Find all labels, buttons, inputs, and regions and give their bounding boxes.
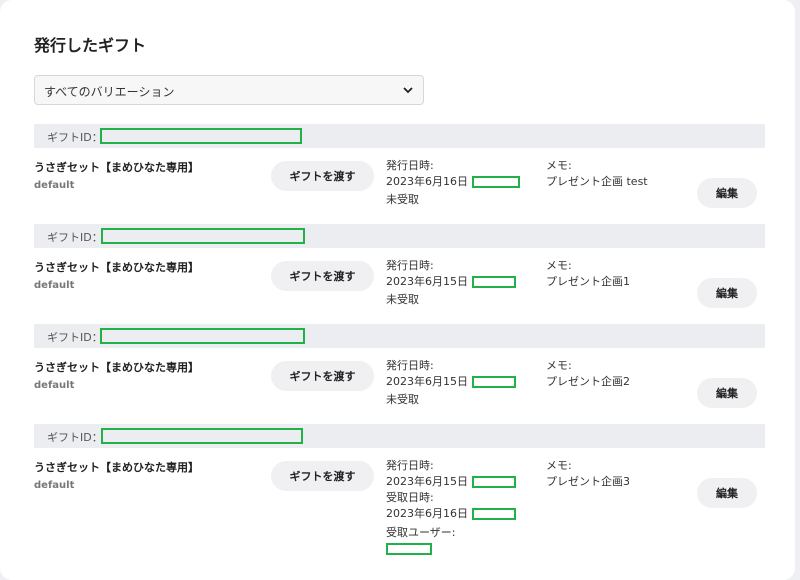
memo-text: プレゼント企画3 xyxy=(546,475,630,488)
gift-id-label: ギフトID： xyxy=(47,231,103,244)
issued-date: 2023年6月15日 xyxy=(386,275,468,288)
variation-filter-select[interactable]: すべてのバリエーション xyxy=(34,75,424,105)
pass-gift-button[interactable]: ギフトを渡す xyxy=(271,361,374,391)
variation-filter-value: すべてのバリエーション xyxy=(44,85,175,99)
memo-label: メモ: xyxy=(546,159,572,172)
gift-id-label: ギフトID： xyxy=(47,431,103,444)
issued-time-redacted xyxy=(472,276,516,288)
gift-id-label: ギフトID： xyxy=(47,131,103,144)
gift-dates: 発行日時: 2023年6月15日 未受取 xyxy=(386,358,516,408)
issued-label: 発行日時: xyxy=(386,259,434,272)
gift-memo: メモ: プレゼント企画3 xyxy=(546,458,630,490)
issued-label: 発行日時: xyxy=(386,359,434,372)
gift-id-redacted xyxy=(101,428,303,444)
memo-text: プレゼント企画2 xyxy=(546,375,630,388)
product-name: うさぎセット【まめひなた専用】 xyxy=(34,161,199,174)
receive-status: 未受取 xyxy=(386,193,419,206)
gift-list-card: 発行したギフト すべてのバリエーション ギフトID： うさぎセット【まめひなた専… xyxy=(0,0,795,580)
gift-id-label: ギフトID： xyxy=(47,331,103,344)
pass-gift-button[interactable]: ギフトを渡す xyxy=(271,461,374,491)
issued-time-redacted xyxy=(472,176,520,188)
gift-dates: 発行日時: 2023年6月15日 受取日時: 2023年6月16日 受取ユーザー… xyxy=(386,458,516,557)
product-name: うさぎセット【まめひなた専用】 xyxy=(34,461,199,474)
gift-id-redacted xyxy=(100,328,305,344)
gift-id-bar: ギフトID： xyxy=(34,424,765,448)
issued-date: 2023年6月16日 xyxy=(386,175,468,188)
issued-date: 2023年6月15日 xyxy=(386,375,468,388)
memo-label: メモ: xyxy=(546,459,572,472)
receiver-label: 受取ユーザー: xyxy=(386,526,456,539)
product-name: うさぎセット【まめひなた専用】 xyxy=(34,261,199,274)
memo-text: プレゼント企画1 xyxy=(546,275,630,288)
pass-gift-button[interactable]: ギフトを渡す xyxy=(271,261,374,291)
issued-label: 発行日時: xyxy=(386,159,434,172)
memo-label: メモ: xyxy=(546,259,572,272)
chevron-down-icon xyxy=(403,87,413,94)
gift-dates: 発行日時: 2023年6月15日 未受取 xyxy=(386,258,516,308)
gift-id-redacted xyxy=(100,128,302,144)
edit-button[interactable]: 編集 xyxy=(697,278,757,308)
page-title: 発行したギフト xyxy=(34,36,147,55)
edit-button[interactable]: 編集 xyxy=(697,178,757,208)
issued-time-redacted xyxy=(472,376,516,388)
gift-memo: メモ: プレゼント企画 test xyxy=(546,158,648,190)
memo-label: メモ: xyxy=(546,359,572,372)
gift-memo: メモ: プレゼント企画1 xyxy=(546,258,630,290)
memo-text: プレゼント企画 test xyxy=(546,175,648,188)
issued-time-redacted xyxy=(472,476,516,488)
received-time-redacted xyxy=(472,508,516,520)
variant-name: default xyxy=(34,280,75,291)
received-label: 受取日時: xyxy=(386,491,434,504)
variant-name: default xyxy=(34,380,75,391)
pass-gift-button[interactable]: ギフトを渡す xyxy=(271,161,374,191)
issued-label: 発行日時: xyxy=(386,459,434,472)
variant-name: default xyxy=(34,480,75,491)
gift-memo: メモ: プレゼント企画2 xyxy=(546,358,630,390)
receive-status: 未受取 xyxy=(386,293,419,306)
edit-button[interactable]: 編集 xyxy=(697,478,757,508)
gift-id-bar: ギフトID： xyxy=(34,224,765,248)
received-date: 2023年6月16日 xyxy=(386,507,468,520)
receiver-user-redacted xyxy=(386,543,432,555)
gift-id-redacted xyxy=(101,228,305,244)
issued-date: 2023年6月15日 xyxy=(386,475,468,488)
product-name: うさぎセット【まめひなた専用】 xyxy=(34,361,199,374)
receive-status: 未受取 xyxy=(386,393,419,406)
gift-id-bar: ギフトID： xyxy=(34,124,765,148)
gift-dates: 発行日時: 2023年6月16日 未受取 xyxy=(386,158,520,208)
gift-id-bar: ギフトID： xyxy=(34,324,765,348)
variant-name: default xyxy=(34,180,75,191)
edit-button[interactable]: 編集 xyxy=(697,378,757,408)
